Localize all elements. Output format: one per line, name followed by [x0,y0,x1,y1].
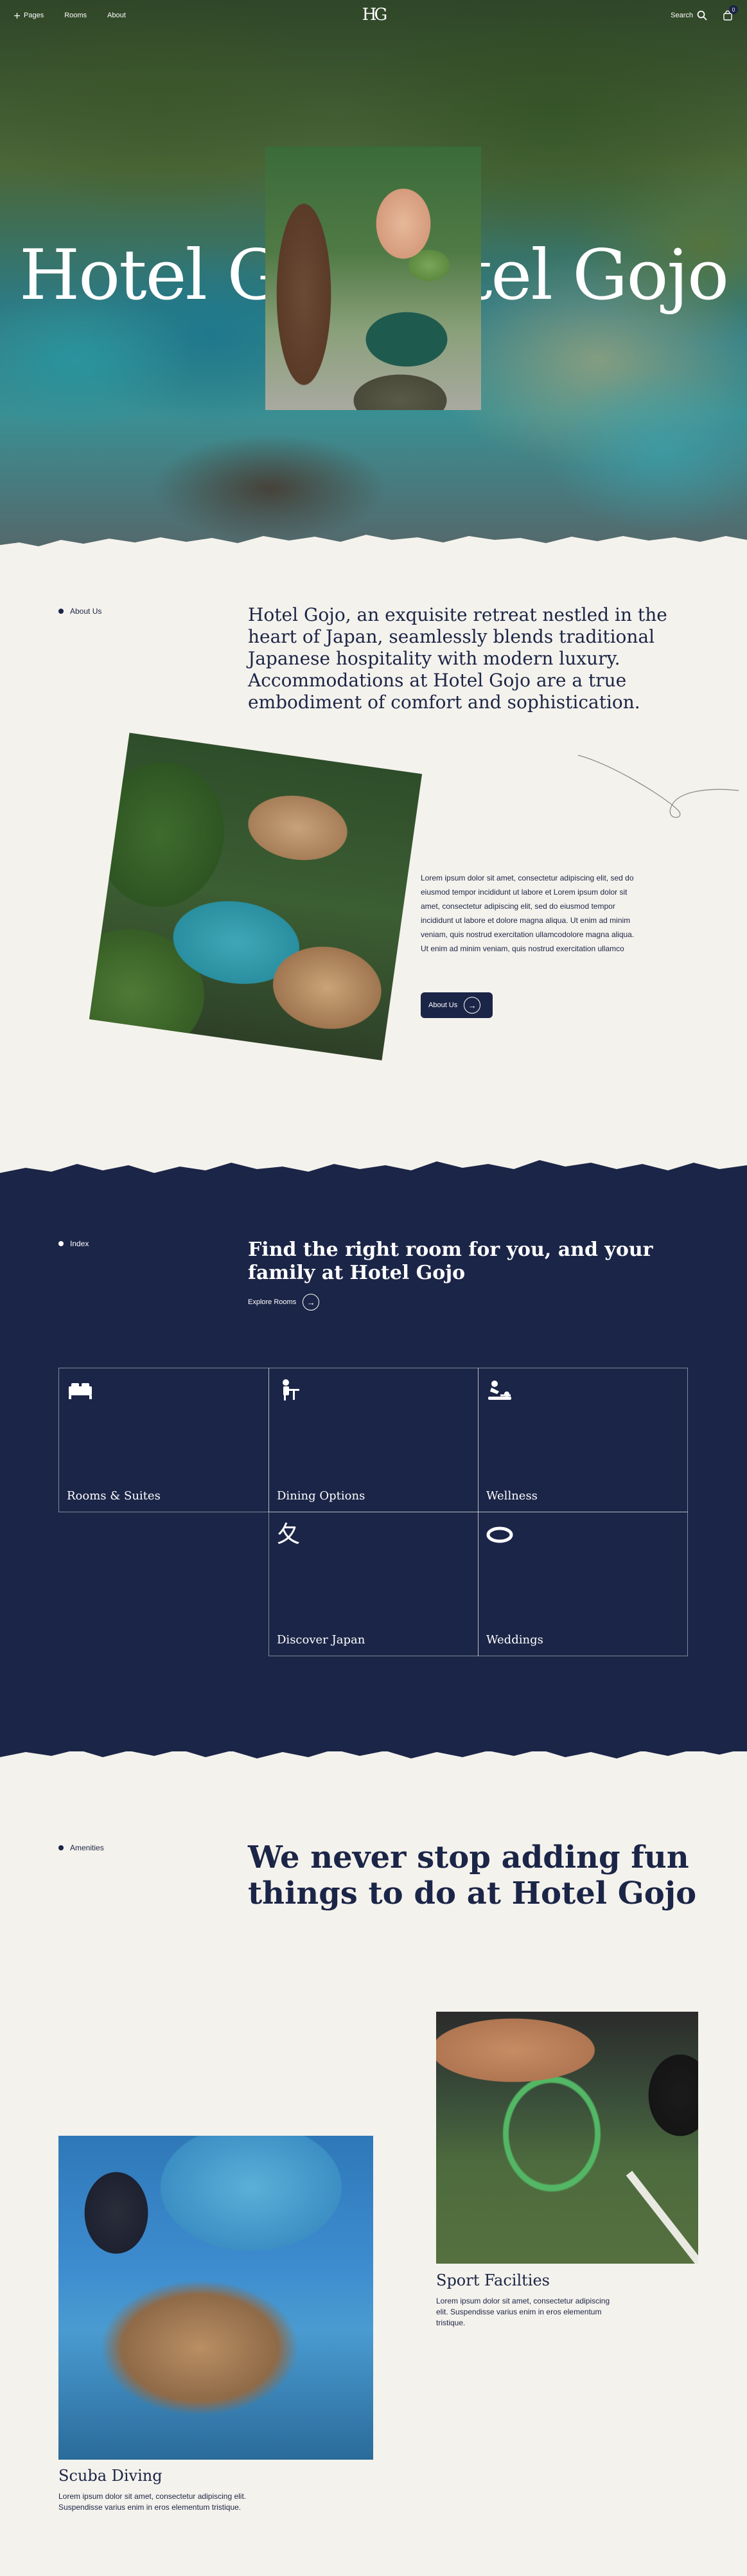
nav-pages[interactable]: Pages [14,12,44,19]
index-heading: Find the right room for you, and your fa… [248,1239,653,1284]
pool-photo [89,733,423,1060]
cell-label: Weddings [486,1633,543,1647]
cell-weddings[interactable]: Weddings [478,1512,688,1656]
nav-about[interactable]: About [107,12,126,19]
arrow-right-icon: → [464,997,481,1014]
top-nav: Pages Rooms About HG Search 0 [0,0,747,31]
dining-icon [283,1379,299,1400]
cart-button[interactable]: 0 [723,5,738,21]
scuba-diving-text: Lorem ipsum dolor sit amet, consectetur … [58,2492,247,2512]
index-section: Index Find the right room for you, and y… [0,1179,747,1751]
amenities-label-text: Amenities [70,1843,104,1852]
about-paragraph: Lorem ipsum dolor sit amet, consectetur … [421,873,635,953]
cell-dining-options[interactable]: Dining Options [268,1368,479,1512]
cell-label: Wellness [486,1489,538,1503]
bullet-dot [58,1241,64,1246]
cell-rooms-suites[interactable]: Rooms & Suites [58,1368,269,1512]
sport-facilities-title: Sport Facilties [436,2271,550,2289]
tennis-photo [436,2012,698,2264]
cart-count-badge: 0 [729,5,738,14]
hero-couple-photo [265,147,481,410]
search-label: Search [671,12,693,19]
torn-paper-edge-index-bottom [0,1735,747,1758]
search-icon [697,10,707,21]
hero-title-left: Hotel G [19,235,283,316]
ring-icon [486,1526,513,1543]
scuba-diving-title: Scuba Diving [58,2467,163,2485]
about-heading: Hotel Gojo, an exquisite retreat nestled… [248,604,667,713]
cell-label: Discover Japan [277,1633,365,1647]
plus-icon [14,12,20,19]
explore-rooms-link[interactable]: Explore Rooms → [248,1294,320,1310]
about-label-text: About Us [70,607,102,616]
sport-facilities-text: Lorem ipsum dolor sit amet, consectetur … [436,2296,610,2327]
nav-pages-label: Pages [24,12,44,19]
index-section-label: Index [58,1239,89,1248]
bed-icon [69,1383,92,1399]
hero-section: Hotel G tel Gojo Pages Rooms About HG Se… [0,0,747,553]
search-button[interactable]: Search [671,10,707,21]
cell-label: Dining Options [277,1489,365,1503]
amenities-heading: We never stop adding fun things to do at… [248,1839,697,1911]
bullet-dot [58,609,64,614]
about-section-label: About Us [58,607,101,616]
hero-title-right: tel Gojo [464,235,729,316]
bullet-dot [58,1845,64,1850]
torn-paper-edge [0,535,747,572]
nav-rooms[interactable]: Rooms [64,12,87,19]
kanji-icon: 夂 [277,1521,301,1548]
decorative-swirl [577,755,739,818]
court-line [626,2170,698,2264]
explore-rooms-label: Explore Rooms [248,1298,297,1306]
massage-icon [488,1381,511,1400]
arrow-right-icon: → [303,1294,320,1310]
amenities-section-label: Amenities [58,1843,104,1852]
scuba-photo [58,2136,373,2460]
cell-label: Rooms & Suites [67,1489,161,1503]
logo[interactable]: HG [362,5,388,24]
about-us-button[interactable]: About Us → [421,992,493,1018]
cell-discover-japan[interactable]: 夂 Discover Japan [268,1512,479,1656]
about-us-button-label: About Us [428,1001,458,1009]
index-label-text: Index [70,1239,89,1248]
cell-wellness[interactable]: Wellness [478,1368,688,1512]
